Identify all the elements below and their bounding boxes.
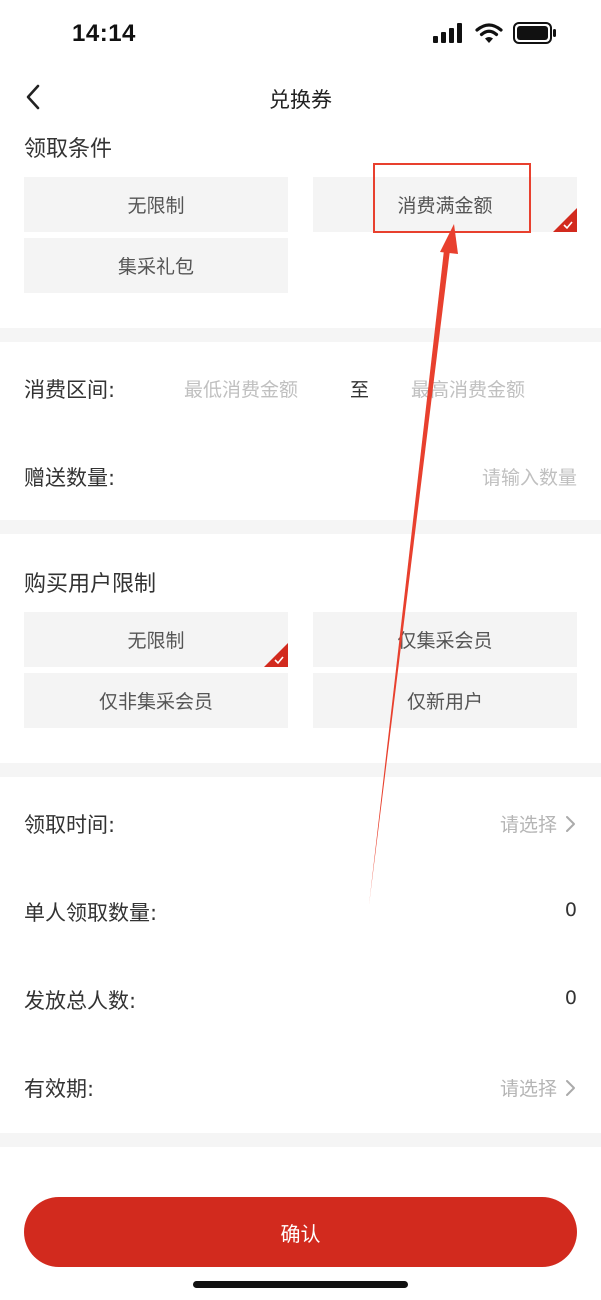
user-option-bulk-members[interactable]: 仅集采会员 bbox=[313, 612, 577, 667]
nav-bar: 兑换券 bbox=[0, 70, 601, 126]
option-label: 集采礼包 bbox=[117, 256, 194, 278]
battery-icon bbox=[513, 22, 556, 44]
status-icons bbox=[433, 22, 557, 44]
wifi-icon bbox=[475, 22, 503, 43]
annotation-highlight-box bbox=[373, 163, 531, 233]
spend-range-label: 消费区间: bbox=[24, 378, 116, 402]
per-person-label: 单人领取数量: bbox=[24, 901, 158, 925]
option-label: 仅集采会员 bbox=[397, 630, 493, 652]
validity-picker[interactable]: 请选择 bbox=[500, 1074, 577, 1101]
option-label: 仅非集采会员 bbox=[98, 691, 213, 713]
claim-time-picker[interactable]: 请选择 bbox=[500, 810, 577, 837]
chevron-right-icon bbox=[566, 1079, 575, 1096]
chevron-right-icon bbox=[566, 815, 575, 832]
gift-quantity-input[interactable]: 请输入数量 bbox=[482, 463, 577, 490]
claim-time-value: 请选择 bbox=[499, 814, 557, 836]
option-label: 仅新用户 bbox=[406, 691, 483, 713]
total-people-input[interactable]: 0 bbox=[565, 987, 577, 1009]
option-label: 无限制 bbox=[127, 195, 185, 217]
validity-label: 有效期: bbox=[24, 1077, 95, 1101]
option-label: 无限制 bbox=[127, 630, 185, 652]
user-option-non-members[interactable]: 仅非集采会员 bbox=[24, 673, 288, 728]
selected-check-icon bbox=[553, 208, 577, 232]
selected-check-icon bbox=[264, 643, 288, 667]
min-spend-input[interactable]: 最低消费金额 bbox=[184, 375, 298, 402]
range-separator: 至 bbox=[350, 379, 370, 401]
section-divider bbox=[0, 520, 601, 534]
user-option-new-users[interactable]: 仅新用户 bbox=[313, 673, 577, 728]
per-person-input[interactable]: 0 bbox=[565, 899, 577, 921]
cellular-signal-icon bbox=[433, 23, 462, 43]
user-limit-title: 购买用户限制 bbox=[24, 572, 157, 597]
gift-quantity-label: 赠送数量: bbox=[24, 466, 116, 490]
confirm-button[interactable]: 确认 bbox=[24, 1197, 577, 1267]
section-divider bbox=[0, 328, 601, 342]
claim-option-bulk-gift[interactable]: 集采礼包 bbox=[24, 238, 288, 293]
user-option-unlimited[interactable]: 无限制 bbox=[24, 612, 288, 667]
home-indicator bbox=[193, 1281, 408, 1288]
section-divider bbox=[0, 763, 601, 777]
max-spend-input[interactable]: 最高消费金额 bbox=[411, 375, 525, 402]
status-bar: 14:14 bbox=[0, 0, 601, 70]
claim-time-label: 领取时间: bbox=[24, 813, 116, 837]
total-people-label: 发放总人数: bbox=[24, 989, 137, 1013]
page-title: 兑换券 bbox=[269, 88, 332, 112]
validity-value: 请选择 bbox=[499, 1078, 557, 1100]
claim-option-unlimited[interactable]: 无限制 bbox=[24, 177, 288, 232]
status-time: 14:14 bbox=[72, 20, 136, 47]
claim-condition-title: 领取条件 bbox=[24, 137, 113, 162]
section-divider bbox=[0, 1133, 601, 1147]
